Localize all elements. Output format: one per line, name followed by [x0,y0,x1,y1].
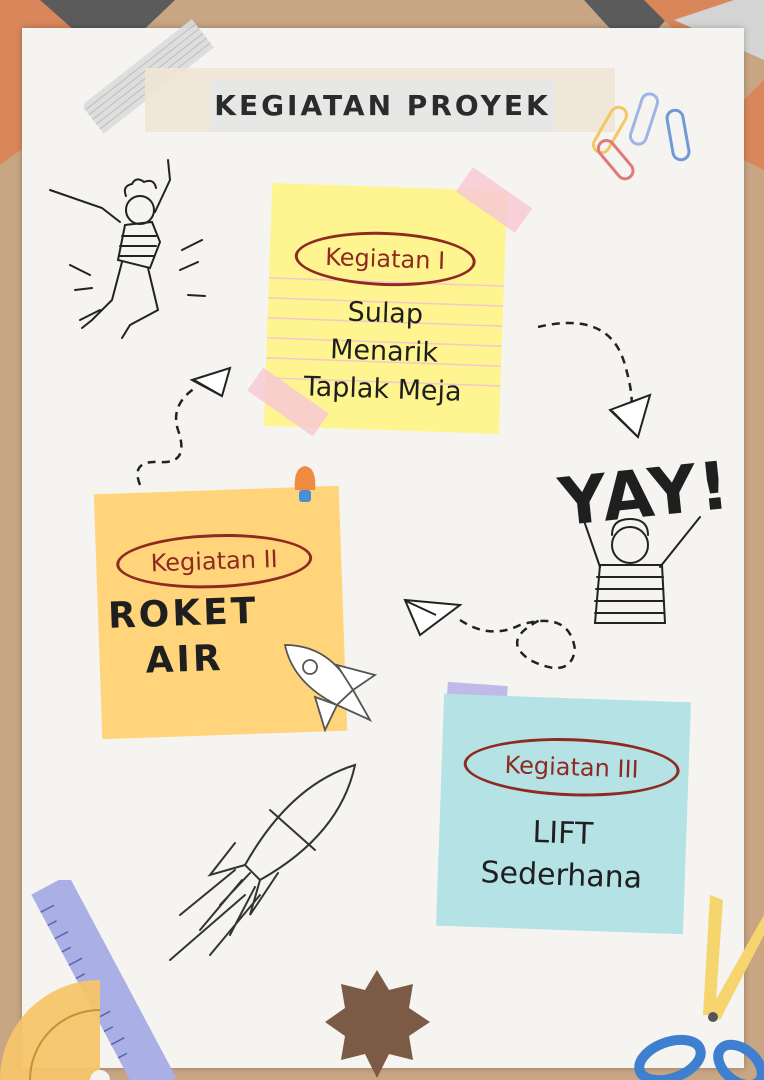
protractor-icon [0,980,110,1080]
dashed-arrow-path [136,366,232,486]
rocket-sketch-illustration [169,763,357,961]
dashed-arrow-path [403,598,577,670]
corkboard-background: KEGIATAN PROYEK Kegiatan I Sulap Menarik… [0,0,764,1080]
label-kegiatan-3: Kegiatan III [462,734,681,801]
page-title: KEGIATAN PROYEK [214,89,551,122]
rocket-icon [283,644,378,733]
dashed-arrow-path [537,321,652,439]
jumping-person-illustration [49,159,206,339]
star-badge-icon [325,970,430,1078]
note-2-line-2: AIR [144,637,225,682]
note-2-text: ROKET AIR [107,589,260,686]
pushpin-icon [294,466,316,502]
note-3-line-2: Sederhana [479,855,643,896]
label-kegiatan-2: Kegiatan II [115,530,314,592]
paperclip-icon [592,92,691,181]
scissors-icon [634,895,764,1080]
paper-plane-icon [189,366,232,398]
cheering-person-illustration [581,514,701,624]
paper-plane-icon [403,598,463,637]
paper-plane-icon [608,393,652,439]
note-2-line-1: ROKET [107,590,260,637]
note-3-text: LIFT Sederhana [437,809,687,902]
